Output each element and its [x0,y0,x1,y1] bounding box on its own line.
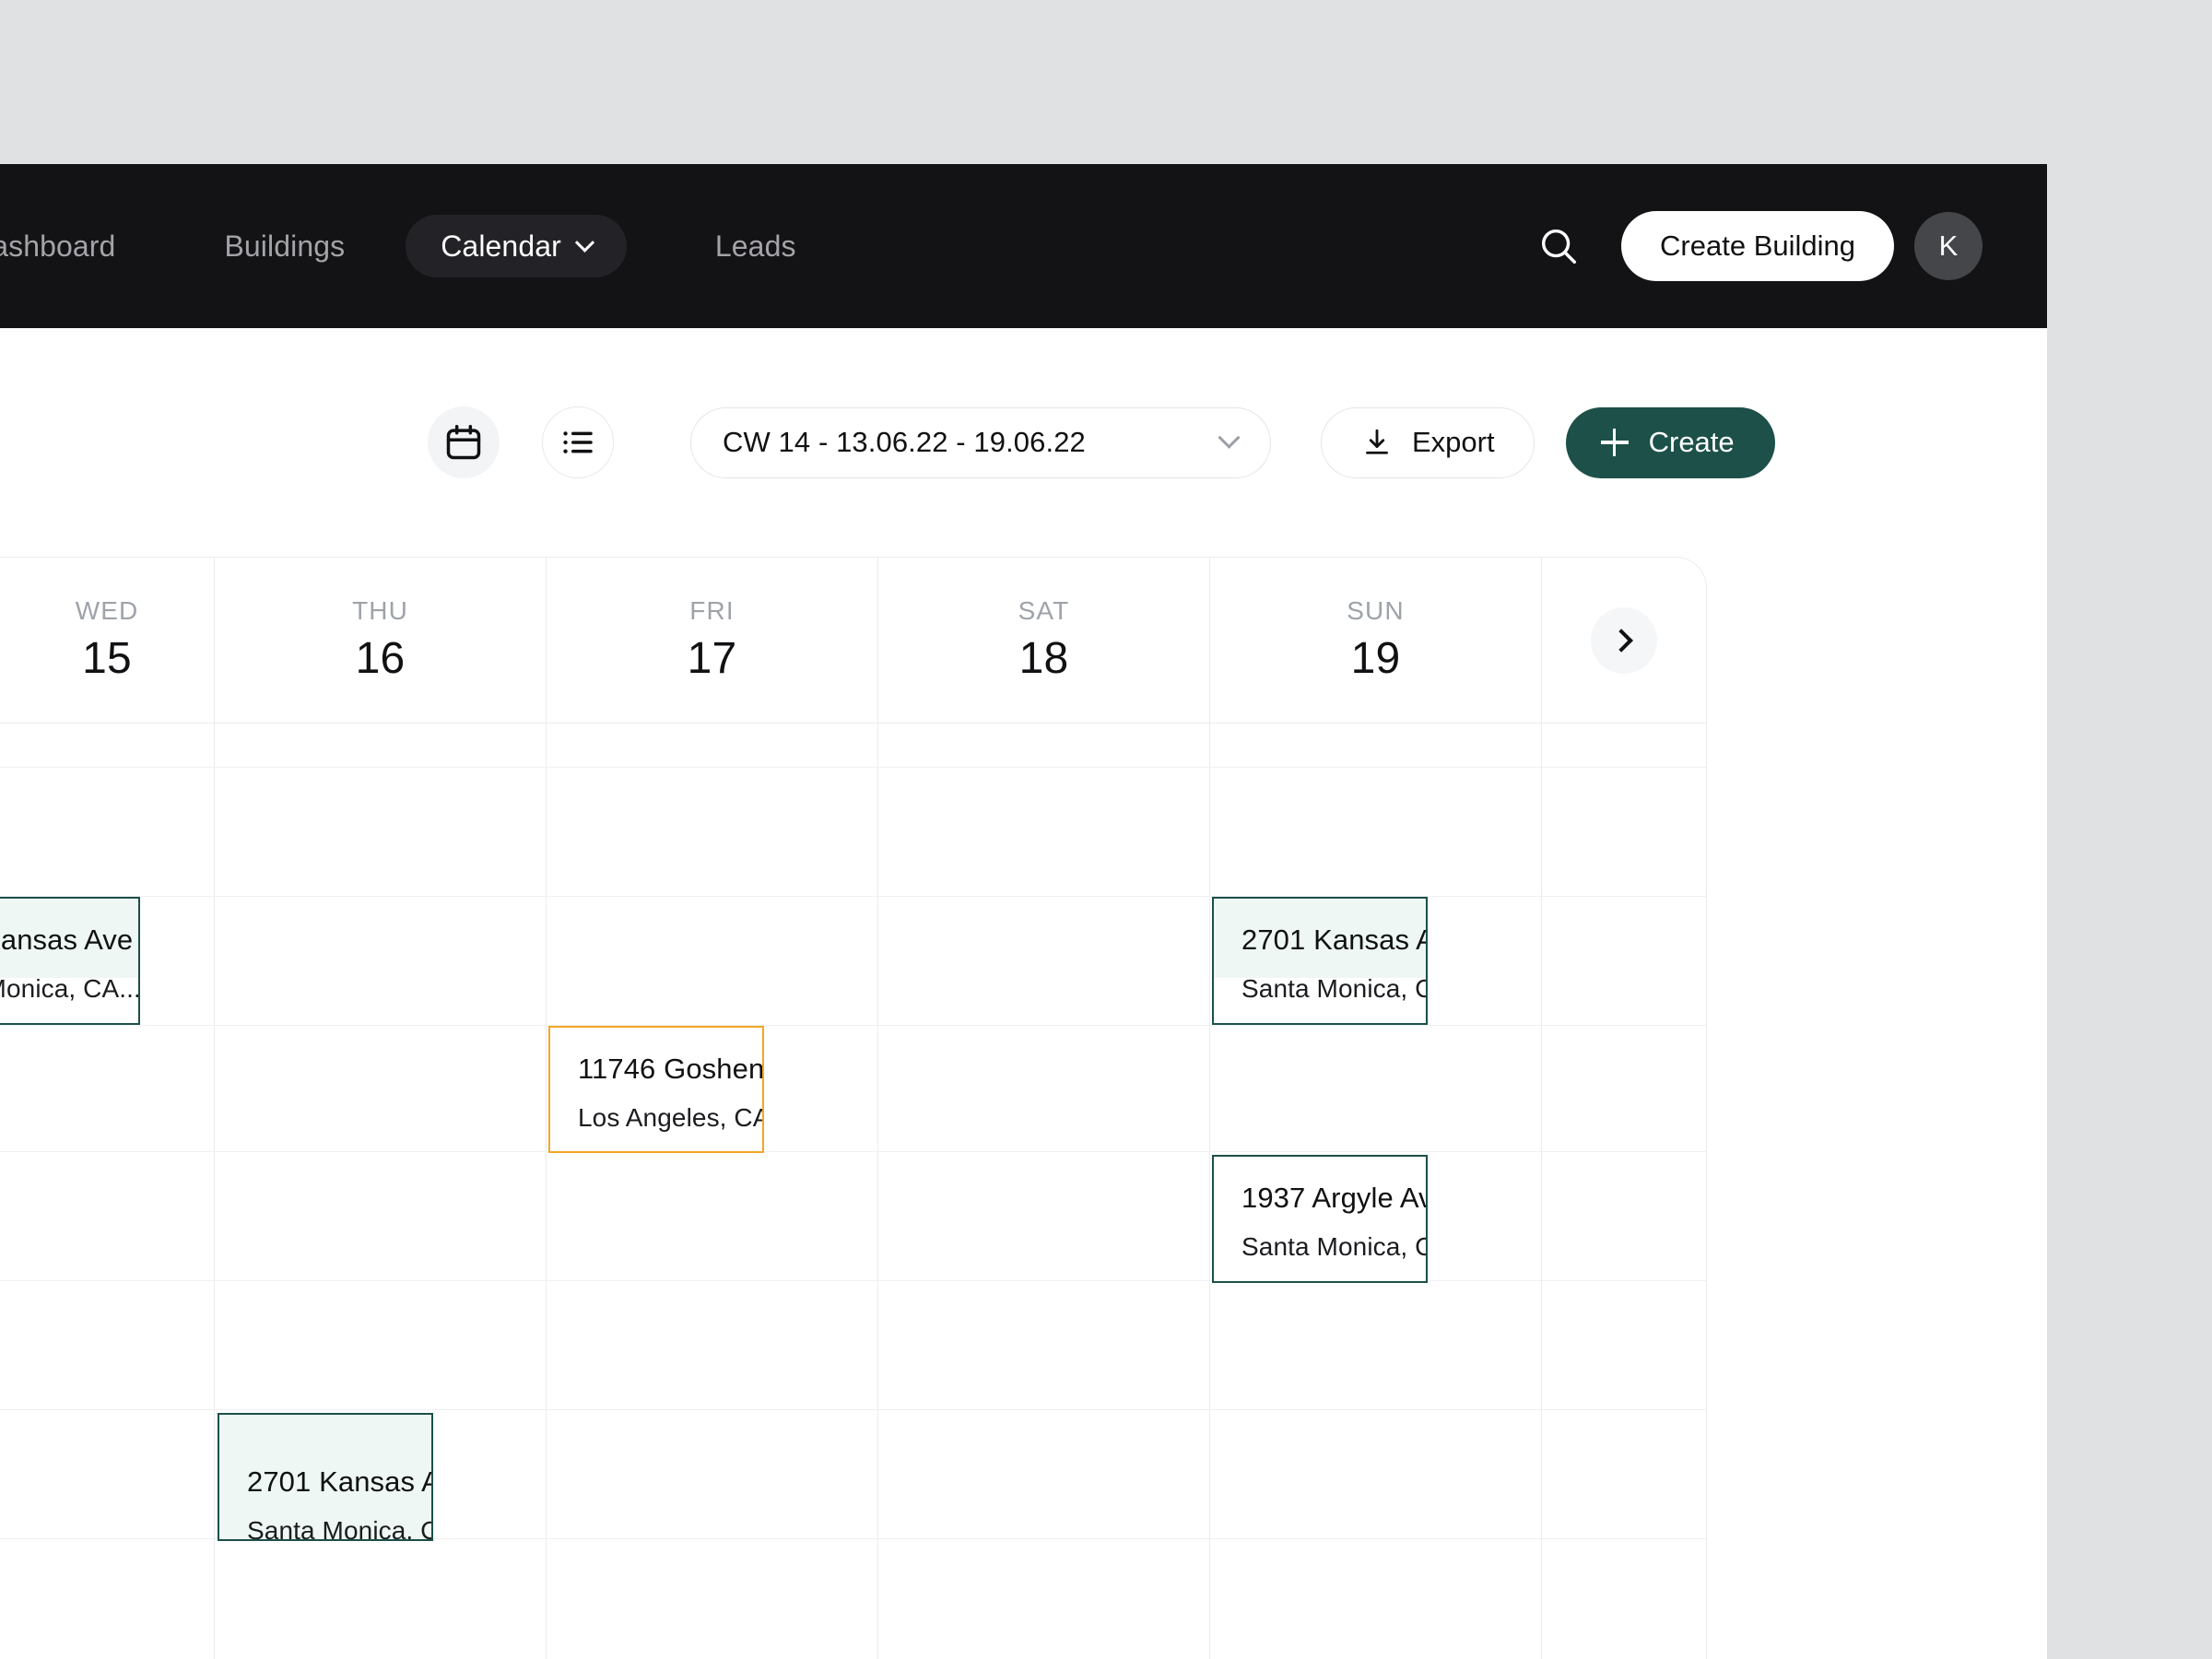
chevron-down-icon [574,232,594,253]
view-toggle-calendar[interactable] [428,406,500,478]
grid-divider [0,1280,1706,1281]
day-header-date: 19 [1350,634,1401,683]
day-header-dow: SAT [1018,596,1070,625]
event-subtitle: Santa Monica, CA... [1241,1232,1426,1262]
day-header-dow: SUN [1347,596,1405,625]
day-header-date: 16 [355,634,406,683]
next-week-button[interactable] [1591,606,1657,674]
event-title: 2701 Kansas Ave [247,1465,431,1498]
grid-divider [0,896,1706,897]
calendar-body: 2701 Kansas Ave Santa Monica, CA... 7 AM… [0,724,1706,1659]
event-subtitle: Santa Monica, CA... [0,974,140,1004]
grid-divider [0,767,1706,768]
day-header-dow: WED [75,596,139,625]
calendar-toolbar: CW 14 - 13.06.22 - 19.06.22 Export Creat… [0,328,2047,557]
event-title: 2701 Kansas Ave [0,924,134,956]
nav-link-buildings[interactable]: Buildings [193,229,376,264]
calendar-header-row: WED 15 THU 16 FRI 17 SAT 18 SUN 19 [0,558,1706,724]
grid-divider [214,724,215,1659]
nav-link-calendar[interactable]: Calendar [406,215,627,277]
day-header-date: 15 [82,634,132,683]
grid-divider [0,1409,1706,1410]
chevron-right-icon [1609,628,1633,653]
date-range-select[interactable]: CW 14 - 13.06.22 - 19.06.22 [690,406,1271,478]
day-header-sat[interactable]: SAT 18 [878,558,1210,723]
nav-link-dashboard[interactable]: Dashboard [0,229,147,264]
event-time: 9:10 AM - 9:20 AM [1241,1281,1398,1283]
nav-links: Dashboard Buildings Calendar Leads [0,215,828,277]
download-icon [1366,429,1388,454]
export-label: Export [1412,426,1495,458]
day-header-sun[interactable]: SUN 19 [1210,558,1542,723]
event-time: 7 AM - 8 AM [0,1023,111,1025]
event-title: 11746 Goshen... [578,1053,764,1085]
nav-right-actions: Create Building K [1525,164,1983,328]
avatar[interactable]: K [1914,212,1983,280]
day-header-date: 17 [687,634,737,683]
app-viewport: Dashboard Buildings Calendar Leads Creat… [0,164,2047,1659]
event-subtitle: Santa Monica, CA... [247,1516,431,1541]
day-header-fri[interactable]: FRI 17 [547,558,878,723]
nav-link-leads[interactable]: Leads [684,229,828,264]
event-subtitle: Los Angeles, CA... [578,1103,762,1133]
calendar-nav-column [1542,558,1706,723]
calendar-event[interactable]: 2701 Kansas Ave Santa Monica, CA... 7 AM… [0,897,140,1025]
calendar-event[interactable]: 1937 Argyle Ave... Santa Monica, CA... 9… [1212,1155,1428,1283]
date-range-label: CW 14 - 13.06.22 - 19.06.22 [723,426,1086,458]
day-header-dow: FRI [689,596,735,625]
day-header-thu[interactable]: THU 16 [215,558,547,723]
view-toggle-list[interactable] [542,406,614,478]
day-header-date: 18 [1018,634,1069,683]
grid-divider [1541,724,1542,1659]
event-subtitle: Santa Monica, CA... [1241,974,1426,1004]
export-button[interactable]: Export [1321,406,1535,478]
create-building-button[interactable]: Create Building [1621,211,1894,281]
search-icon[interactable] [1525,213,1592,279]
create-label: Create [1648,426,1735,458]
calendar-event[interactable]: 2701 Kansas Ave Santa Monica, CA... [218,1413,433,1541]
grid-divider [546,724,547,1659]
grid-divider [877,724,878,1659]
nav-link-calendar-label: Calendar [441,229,561,263]
calendar-event[interactable]: 2701 Kansas Ave Santa Monica, CA... 7 AM… [1212,897,1428,1025]
chevron-down-icon [1218,426,1241,449]
calendar-event[interactable]: 11746 Goshen... Los Angeles, CA... 8 AM … [548,1026,764,1153]
day-header-wed[interactable]: WED 15 [0,558,215,723]
calendar-grid: WED 15 THU 16 FRI 17 SAT 18 SUN 19 ansas… [0,557,1707,1659]
grid-divider [0,1025,1706,1026]
plus-icon [1600,429,1629,456]
day-header-dow: THU [352,596,408,625]
event-time: 8 AM - 8:30 AM [578,1152,735,1153]
grid-divider [0,1151,1706,1152]
event-time: 7 AM - 8 AM [1241,1023,1398,1025]
create-button[interactable]: Create [1565,406,1775,478]
event-title: 2701 Kansas Ave [1241,924,1426,956]
top-navbar: Dashboard Buildings Calendar Leads Creat… [0,164,2047,328]
grid-divider [1209,724,1210,1659]
event-title: 1937 Argyle Ave... [1241,1182,1426,1214]
